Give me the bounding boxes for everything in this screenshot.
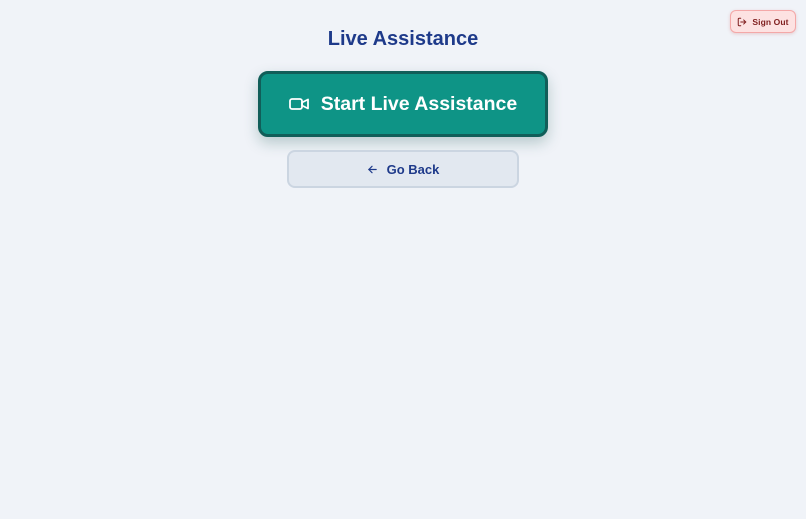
start-live-assistance-button[interactable]: Start Live Assistance [258,71,548,137]
sign-out-label: Sign Out [752,16,789,27]
go-back-button[interactable]: Go Back [287,150,519,188]
log-out-icon [737,17,747,27]
arrow-left-icon [367,164,378,175]
start-live-assistance-label: Start Live Assistance [320,92,518,115]
page-title: Live Assistance [327,28,479,50]
go-back-label: Go Back [386,161,440,177]
video-camera-icon [288,97,309,111]
